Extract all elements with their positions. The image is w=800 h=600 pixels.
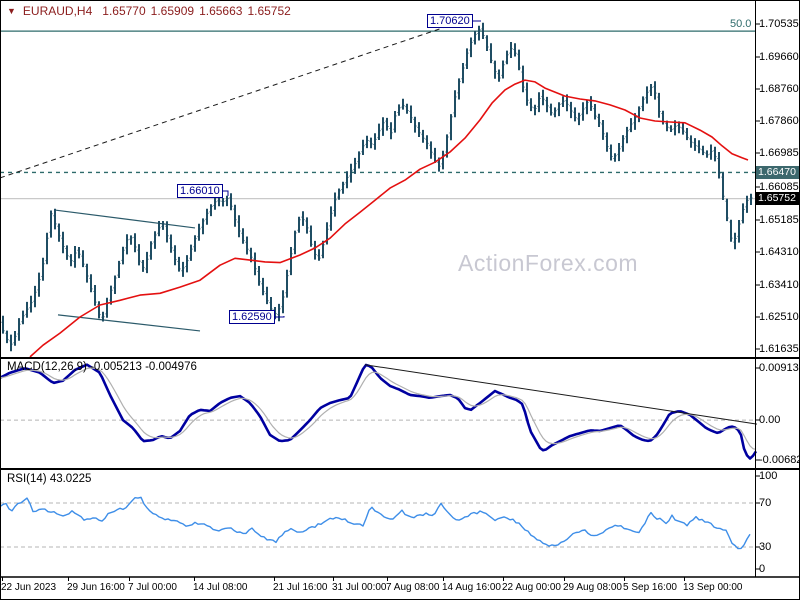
price-axis-label: 1.61635: [759, 342, 799, 355]
axis-tag-level: 1.66470: [756, 166, 799, 180]
macd-trendline: [364, 364, 758, 425]
price-axis-label: 1.63410: [759, 278, 799, 291]
time-axis-label: 29 Jun 16:00: [67, 582, 125, 593]
fib-50-label: 50.0: [730, 18, 752, 30]
rsi-axis-label: 70: [759, 496, 772, 509]
rsi-line: [0, 496, 751, 550]
moving-average-line: [29, 79, 749, 358]
triangle-down-icon: ▼: [7, 6, 16, 16]
price-axis-label: 1.67860: [759, 114, 799, 127]
time-axis-label: 14 Jul 08:00: [193, 582, 248, 593]
ohlc-open: 1.65770: [102, 4, 146, 18]
ohlc-high: 1.65909: [150, 4, 195, 18]
price-axis-label: 1.66085: [759, 180, 799, 193]
price-annotation-high: 1.70620: [427, 14, 473, 28]
channel-upper-line: [54, 209, 196, 229]
time-axis-label: 22 Jun 2023: [1, 582, 57, 593]
macd-signal-line: [0, 367, 757, 450]
symbol-timeframe: EURAUD,H4: [22, 4, 93, 18]
chart-header: ▼ EURAUD,H4 1.65770 1.65909 1.65663 1.65752: [7, 4, 296, 18]
price-axis-label: 1.62510: [759, 310, 799, 323]
time-axis-label: 22 Aug 00:00: [502, 582, 561, 593]
axis-tag-current-price: 1.65752: [756, 192, 799, 206]
time-axis-label: 7 Jul 00:00: [128, 582, 177, 593]
price-axis-label: 1.68760: [759, 82, 799, 95]
macd-line: [0, 363, 758, 460]
ohlc-close: 1.65752: [247, 4, 291, 18]
chart-canvas: [0, 0, 800, 600]
macd-axis-label: 0.00913: [759, 361, 799, 374]
rsi-axis-label: 100: [759, 469, 778, 482]
rsi-axis-label: 30: [759, 540, 772, 553]
axis-ticks: [2, 23, 760, 581]
time-axis-label: 7 Aug 08:00: [386, 582, 440, 593]
price-axis-label: 1.69660: [759, 50, 799, 63]
time-axis-label: 14 Aug 16:00: [442, 582, 501, 593]
rising-trendline-dashed: [0, 26, 446, 179]
time-axis-label: 29 Aug 08:00: [563, 582, 622, 593]
time-axis-label: 31 Jul 00:00: [332, 582, 387, 593]
ohlc-low: 1.65663: [199, 4, 243, 18]
rsi-axis-label: 0: [759, 562, 766, 575]
macd-title: MACD(12,26,9) -0.005213 -0.004976: [7, 361, 197, 373]
price-axis-label: 1.65185: [759, 213, 799, 226]
time-axis-label: 13 Sep 00:00: [683, 582, 743, 593]
macd-axis-label: 0.00: [759, 413, 781, 426]
rsi-title: RSI(14) 43.0225: [7, 473, 92, 485]
price-annotation-resistance: 1.66010: [177, 184, 223, 198]
time-axis-label: 21 Jul 16:00: [273, 582, 328, 593]
price-axis-label: 1.70535: [759, 17, 799, 30]
price-axis-label: 1.64310: [759, 245, 799, 258]
price-axis-label: 1.66985: [759, 146, 799, 159]
macd-axis-label: -0.006823: [759, 453, 800, 466]
forex-chart-window: ActionForex.com ▼ EURAUD,H4 1.65770 1.65909…: [0, 0, 800, 600]
candle-open-close-ticks: [1, 28, 753, 345]
time-axis-label: 5 Sep 16:00: [623, 582, 677, 593]
annotation-connector: [223, 190, 229, 196]
price-annotation-support: 1.62590: [229, 310, 275, 324]
